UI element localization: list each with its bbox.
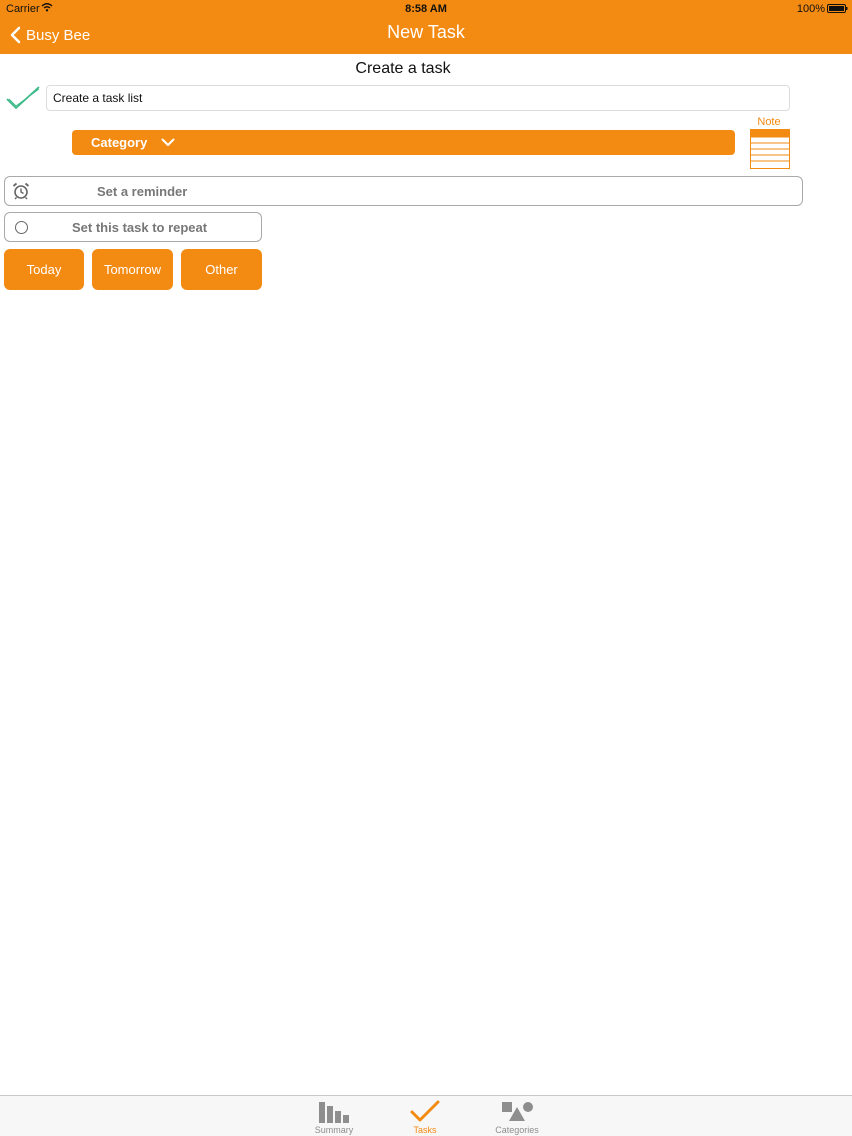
shapes-icon [502, 1102, 533, 1121]
tab-categories-label: Categories [495, 1125, 539, 1135]
page-title: New Task [387, 22, 465, 42]
task-name-input[interactable] [46, 85, 790, 111]
other-date-button[interactable]: Other [181, 249, 262, 290]
checkmark-icon [410, 1100, 440, 1122]
note-label: Note [757, 116, 781, 128]
tab-bar: Summary Tasks Categories [0, 1095, 852, 1136]
new-task-screen: Carrier 8:58 AM 100% Busy Bee New Task C… [0, 0, 852, 1136]
bar-chart-icon [319, 1102, 349, 1123]
tab-tasks[interactable]: Tasks [385, 1096, 465, 1136]
tab-tasks-label: Tasks [413, 1125, 437, 1135]
tab-summary[interactable]: Summary [294, 1096, 374, 1136]
today-button[interactable]: Today [4, 249, 84, 290]
battery-icon [827, 4, 848, 13]
repeat-task-toggle[interactable]: Set this task to repeat [4, 212, 262, 242]
category-label: Category [91, 135, 148, 150]
tomorrow-button[interactable]: Tomorrow [92, 249, 173, 290]
status-bar: Carrier 8:58 AM 100% [0, 0, 852, 18]
repeat-label: Set this task to repeat [72, 220, 208, 235]
tab-categories[interactable]: Categories [477, 1096, 557, 1136]
navigation-header: Carrier 8:58 AM 100% Busy Bee New Task [0, 0, 852, 54]
category-dropdown-button[interactable]: Category [72, 130, 735, 155]
reminder-label: Set a reminder [97, 184, 188, 199]
chevron-down-icon [161, 138, 175, 146]
status-time: 8:58 AM [405, 3, 447, 15]
note-icon[interactable] [750, 129, 790, 169]
alarm-clock-icon [12, 182, 30, 200]
tab-summary-label: Summary [314, 1125, 354, 1135]
set-reminder-button[interactable]: Set a reminder [4, 176, 803, 206]
battery-percentage: 100% [796, 3, 825, 15]
checkmark-icon[interactable] [5, 84, 41, 112]
repeat-radio[interactable] [15, 221, 28, 234]
form-heading: Create a task [355, 60, 451, 77]
